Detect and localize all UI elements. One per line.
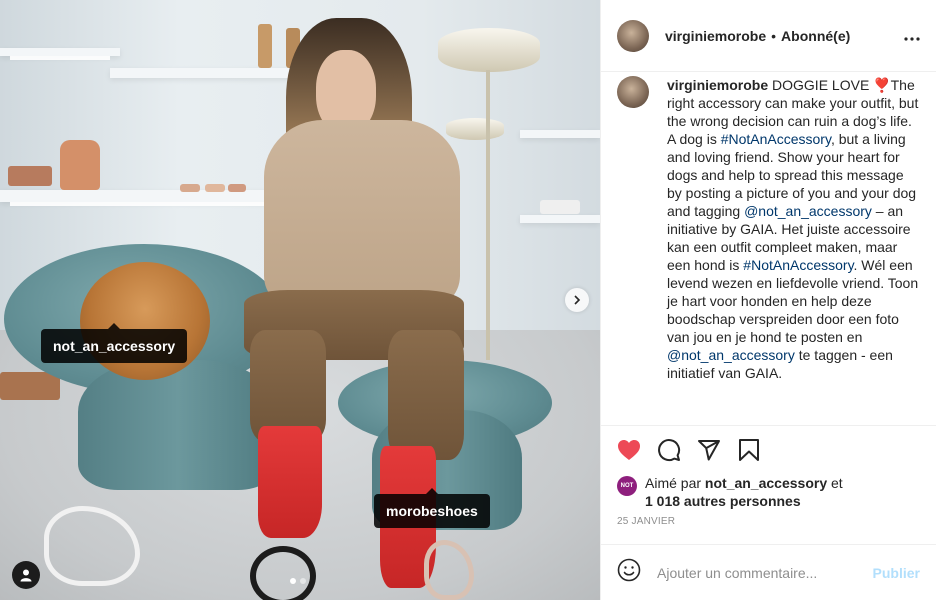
post-date[interactable]: 25 JANVIER — [601, 510, 936, 544]
black-sandal — [250, 546, 316, 600]
mention-link[interactable]: @not_an_accessory — [744, 203, 872, 219]
post-sidebar: virginiemorobe • Abonné(e) virginiemorob… — [600, 0, 936, 600]
more-options-button[interactable] — [904, 25, 920, 46]
likes-joiner: et — [827, 475, 843, 491]
shelf-boot — [258, 24, 272, 68]
carousel-dot-active — [290, 578, 296, 584]
wall-shelf — [520, 130, 600, 138]
author-username[interactable]: virginiemorobe — [665, 28, 766, 44]
floor-lamp — [446, 118, 504, 140]
author-avatar[interactable] — [617, 19, 649, 52]
person-sweater — [264, 120, 460, 310]
emoji-button[interactable] — [617, 558, 641, 587]
post-header: virginiemorobe • Abonné(e) — [601, 0, 936, 72]
shelf-light — [10, 56, 110, 60]
share-button[interactable] — [697, 438, 721, 462]
hashtag-link[interactable]: #NotAnAccessory — [721, 131, 831, 147]
mention-link[interactable]: @not_an_accessory — [667, 347, 795, 363]
comment-form: Publier — [601, 544, 936, 600]
comment-icon — [658, 439, 681, 462]
shelf-shoe — [540, 200, 580, 214]
tag-not-an-accessory[interactable]: not_an_accessory — [41, 323, 188, 363]
user-icon — [20, 569, 32, 582]
like-button[interactable] — [617, 438, 641, 462]
liker-avatar[interactable]: NOT — [617, 476, 637, 496]
likes-section: NOT Aimé par not_an_accessory et 1 018 a… — [601, 474, 936, 510]
wall-shelf — [520, 215, 600, 223]
hashtag-link[interactable]: #NotAnAccessory — [743, 257, 853, 273]
tag-morobeshoes[interactable]: morobeshoes — [374, 488, 490, 528]
caption-username[interactable]: virginiemorobe — [667, 77, 768, 93]
more-horizontal-icon — [904, 37, 920, 41]
floor-shoes — [0, 372, 60, 400]
shelf-light — [10, 202, 270, 206]
caption-text: virginiemorobe DOGGIE LOVE ❣️The right a… — [667, 76, 920, 382]
chair-base — [78, 360, 278, 490]
comment-input[interactable] — [657, 564, 873, 581]
red-boot — [258, 426, 322, 538]
header-separator: • — [771, 27, 777, 44]
person-leg — [388, 330, 464, 460]
save-button[interactable] — [737, 438, 761, 462]
tagged-users-button[interactable] — [12, 561, 40, 589]
action-bar — [601, 426, 936, 474]
heart-filled-icon — [618, 440, 640, 460]
shelf-shoe — [180, 184, 200, 192]
lamp-pole — [486, 70, 490, 360]
caption-row: virginiemorobe DOGGIE LOVE ❣️The right a… — [617, 72, 920, 382]
post-photo[interactable]: not_an_accessory morobeshoes — [0, 0, 600, 600]
shelf-shoe — [228, 184, 246, 192]
publish-button[interactable]: Publier — [873, 565, 920, 581]
wall-shelf — [0, 48, 120, 56]
share-icon — [698, 440, 720, 461]
shelf-shoe — [8, 166, 52, 186]
chevron-right-icon — [574, 295, 581, 305]
shelf-shoe — [205, 184, 225, 192]
follow-status-button[interactable]: Abonné(e) — [781, 28, 850, 44]
likes-count-link[interactable]: 1 018 autres personnes — [645, 493, 801, 509]
caption-section: virginiemorobe DOGGIE LOVE ❣️The right a… — [601, 72, 936, 426]
carousel-dot — [300, 578, 306, 584]
liker-username[interactable]: not_an_accessory — [705, 475, 827, 491]
carousel-indicator — [290, 578, 306, 584]
floor-lamp — [438, 28, 540, 72]
bookmark-icon — [739, 439, 759, 461]
likes-text: Aimé par not_an_accessory et 1 018 autre… — [645, 474, 843, 510]
shelf-boot — [60, 140, 100, 190]
instagram-post: not_an_accessory morobeshoes virginiemor… — [0, 0, 936, 600]
likes-prefix: Aimé par — [645, 475, 705, 491]
emoji-icon — [617, 558, 641, 582]
comment-button[interactable] — [657, 438, 681, 462]
carousel-next-button[interactable] — [565, 288, 589, 312]
caption-author-avatar[interactable] — [617, 76, 649, 108]
